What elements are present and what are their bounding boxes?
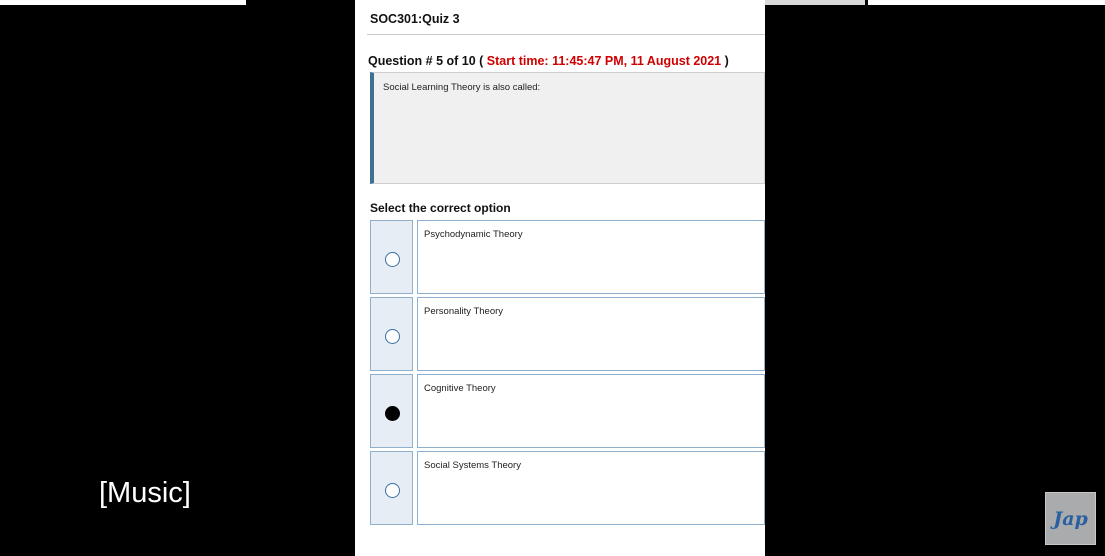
option-cell[interactable]: Psychodynamic Theory	[417, 220, 765, 294]
quiz-title: SOC301:Quiz 3	[370, 12, 460, 26]
option-label-1: Psychodynamic Theory	[424, 229, 523, 240]
start-time: Start time: 11:45:47 PM, 11 August 2021	[486, 54, 722, 68]
question-number: Question # 5 of 10 (	[368, 54, 487, 68]
select-option-label: Select the correct option	[370, 201, 511, 215]
option-cell[interactable]: Personality Theory	[417, 297, 765, 371]
top-bar-left	[0, 0, 246, 5]
option-radio-2[interactable]	[385, 329, 400, 344]
option-row-1[interactable]: Psychodynamic Theory	[370, 220, 765, 294]
question-header: Question # 5 of 10 ( Start time: 11:45:4…	[368, 54, 729, 68]
radio-cell[interactable]	[370, 220, 413, 294]
option-row-4[interactable]: Social Systems Theory	[370, 451, 765, 525]
option-label-3: Cognitive Theory	[424, 383, 496, 394]
top-bar-right	[868, 0, 1105, 5]
radio-cell[interactable]	[370, 297, 413, 371]
question-box: Social Learning Theory is also called:	[370, 72, 765, 184]
option-label-4: Social Systems Theory	[424, 460, 521, 471]
question-header-close: )	[721, 54, 729, 68]
option-row-2[interactable]: Personality Theory	[370, 297, 765, 371]
option-radio-1[interactable]	[385, 252, 400, 267]
radio-cell[interactable]	[370, 451, 413, 525]
option-radio-4[interactable]	[385, 483, 400, 498]
option-label-2: Personality Theory	[424, 306, 504, 317]
music-caption: [Music]	[99, 477, 191, 509]
option-radio-3[interactable]	[385, 406, 400, 421]
question-text: Social Learning Theory is also called:	[383, 82, 541, 93]
option-row-3[interactable]: Cognitive Theory	[370, 374, 765, 448]
quiz-page: SOC301:Quiz 3 Question # 5 of 10 ( Start…	[355, 0, 765, 556]
title-divider	[367, 34, 765, 35]
option-cell[interactable]: Cognitive Theory	[417, 374, 765, 448]
radio-cell[interactable]	[370, 374, 413, 448]
channel-logo: Jap	[1045, 492, 1096, 545]
option-cell[interactable]: Social Systems Theory	[417, 451, 765, 525]
